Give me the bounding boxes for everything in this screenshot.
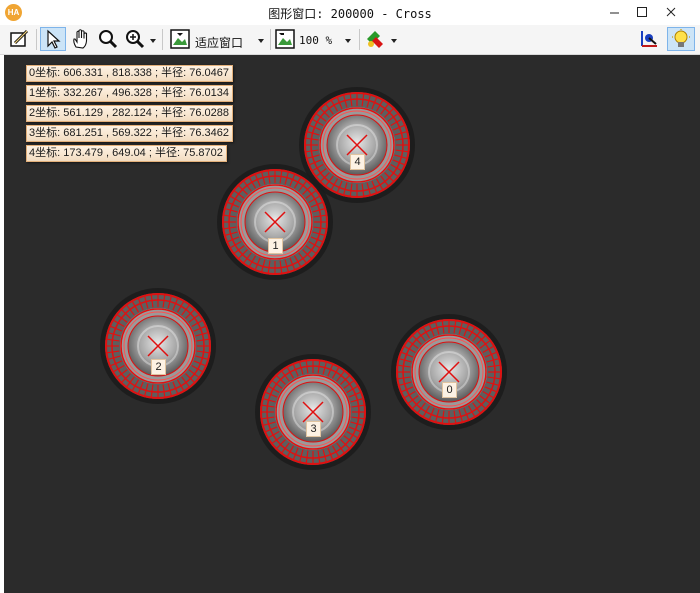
detected-cap-1 <box>216 163 334 281</box>
result-info-0: 0坐标: 606.331 , 818.338 ; 半径: 76.0467 <box>26 65 233 82</box>
toolbar-separator <box>270 29 271 50</box>
cap-index-label: 0 <box>442 382 457 398</box>
toolbar: 适应窗口 100 % <box>0 25 700 55</box>
result-info-3: 3坐标: 681.251 , 569.322 ; 半径: 76.3462 <box>26 125 233 142</box>
chevron-down-icon <box>391 39 397 43</box>
chevron-down-icon <box>345 39 351 43</box>
cap-index-label: 1 <box>268 238 283 254</box>
maximize-button[interactable] <box>628 0 656 25</box>
title-bar: HA 图形窗口: 200000 - Cross <box>0 0 700 25</box>
fit-window-dropdown[interactable]: 适应窗口 <box>168 27 268 51</box>
window-title: 图形窗口: 200000 - Cross <box>268 7 432 21</box>
toolbar-separator <box>36 29 37 50</box>
chevron-down-icon <box>150 39 156 43</box>
result-info-4: 4坐标: 173.479 , 649.04 ; 半径: 75.8702 <box>26 145 227 162</box>
pan-tool-button[interactable] <box>68 27 94 51</box>
cursor-arrow-icon <box>47 29 61 49</box>
detected-cap-3 <box>254 353 372 471</box>
toolbar-separator <box>359 29 360 50</box>
result-info-list: 0坐标: 606.331 , 818.338 ; 半径: 76.0467 1坐标… <box>26 65 233 165</box>
close-icon <box>666 7 676 17</box>
hand-icon <box>73 29 88 49</box>
zoom-value: 100 % <box>299 34 333 47</box>
cap-index-label: 4 <box>350 154 365 170</box>
fit-window-icon <box>170 29 190 49</box>
palette-icon <box>367 31 383 48</box>
fit-window-label: 适应窗口 <box>195 36 244 50</box>
pointer-tool-button[interactable] <box>40 27 66 51</box>
chevron-down-icon <box>258 39 264 43</box>
detected-cap-2 <box>99 287 217 405</box>
maximize-icon <box>637 7 647 17</box>
close-button[interactable] <box>657 0 685 25</box>
info-toggle-button[interactable] <box>667 27 695 51</box>
zoom-dropdown[interactable]: 100 % <box>273 27 355 51</box>
cap-index-label: 2 <box>151 359 166 375</box>
color-tool-button[interactable] <box>363 27 399 51</box>
image-canvas[interactable]: 4 1 2 0 3 0坐标: 606.331 , 818.338 ; 半径: 7… <box>4 55 700 593</box>
result-info-2: 2坐标: 561.129 , 282.124 ; 半径: 76.0288 <box>26 105 233 122</box>
magnifier-tool-button[interactable] <box>95 27 121 51</box>
minimize-button[interactable] <box>600 0 628 25</box>
magnifier-icon <box>99 30 118 49</box>
toolbar-separator <box>162 29 163 50</box>
pencil-icon <box>10 29 29 47</box>
zoom-tool-button[interactable] <box>122 27 158 51</box>
lightbulb-icon <box>672 29 690 47</box>
axis-icon <box>641 31 657 47</box>
image-zoom-icon <box>275 29 295 49</box>
zoom-in-icon <box>126 30 145 49</box>
coordinate-tool-button[interactable] <box>636 27 662 51</box>
result-info-1: 1坐标: 332.267 , 496.328 ; 半径: 76.0134 <box>26 85 233 102</box>
detected-cap-0 <box>390 313 508 431</box>
edit-tool-button[interactable] <box>7 27 33 51</box>
cap-index-label: 3 <box>306 421 321 437</box>
minimize-icon <box>610 12 619 14</box>
